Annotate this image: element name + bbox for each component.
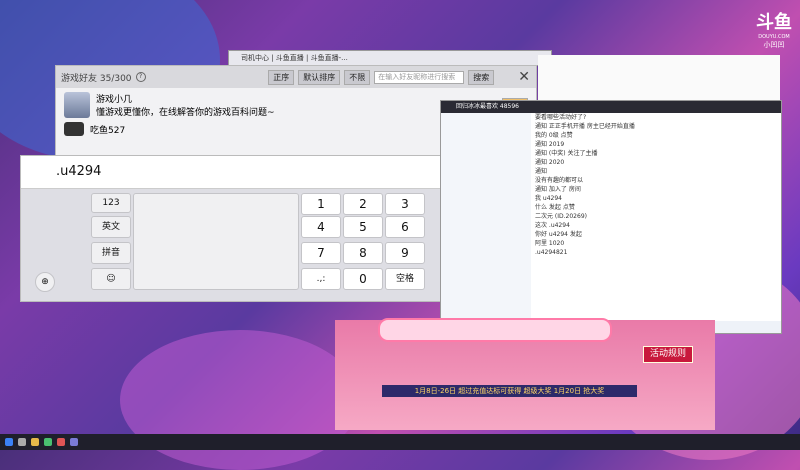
chat-message: 通知 2020 [535,159,565,166]
app-icon[interactable] [44,438,52,446]
key-4[interactable]: 4 [301,216,341,238]
rules-button[interactable]: 活动规则 [643,346,693,363]
browser-tab-title: 司机中心 | 斗鱼直播 | 斗鱼直播-... [241,54,348,62]
chat-message: 这次 .u4294 [535,222,570,229]
logo-main: 斗鱼 [756,12,792,33]
chat-message: 要看哪些活动好了? [535,114,587,121]
app-icon[interactable] [31,438,39,446]
key-0[interactable]: 0 [343,268,383,290]
chat-message: 我的 0级 点赞 [535,132,573,139]
key-9[interactable]: 9 [385,242,425,264]
chat-panel: 回归冰冰最喜欢 48596 要看哪些活动好了? 通知 正正手机开播 房主已经开始… [440,100,782,334]
filter-select[interactable]: 不限 [344,69,371,85]
friend-desc: 懂游戏更懂你，在线解答你的游戏百科问题~ [96,108,275,118]
globe-icon[interactable]: ⊕ [35,272,55,292]
chat-message: 我 u4294 [535,195,562,202]
friend-title: 游戏好友 35/300 [61,73,132,84]
close-icon[interactable]: ✕ [518,69,530,85]
help-icon[interactable]: ? [135,72,146,82]
windows-icon[interactable] [5,438,13,446]
chat-message: 通知 正正手机开播 房主已经开始直播 [535,123,635,130]
chat-message: 通知 (中奖) 关注了主播 [535,150,598,157]
friend-header: 游戏好友 35/300 ? 正序 默认排序 不限 在输入好友昵称进行搜索 搜索 … [56,66,536,88]
avatar [64,122,84,136]
key-pinyin[interactable]: 拼音 [91,242,131,264]
event-banner [378,318,612,342]
key-123[interactable]: 123 [91,193,131,213]
browser-page [538,55,780,105]
sort-select[interactable]: 默认排序 [298,69,341,85]
app-icon[interactable] [57,438,65,446]
key-7[interactable]: 7 [301,242,341,264]
logo-tag: 小凹凹 [763,41,785,49]
friend-name: 吃鱼527 [90,125,126,136]
taskbar [0,434,800,450]
chat-message: 通知 2019 [535,141,565,148]
key-english[interactable]: 英文 [91,216,131,238]
chat-message: 没有有趣的都可以 [535,177,584,184]
chat-messages: 要看哪些活动好了? 通知 正正手机开播 房主已经开始直播 我的 0级 点赞 通知… [531,113,776,321]
chat-message: 通知 加入了 房间 [535,186,581,193]
chat-message: 通知 [535,168,548,175]
key-3[interactable]: 3 [385,193,425,215]
friend-name: 游戏小几 [96,95,133,105]
emoji-key[interactable]: ☺ [91,268,131,290]
keyboard-input[interactable]: .u4294 [21,156,446,189]
chat-message: 你好 u4294 发起 [535,231,582,238]
chat-message: 什么 发起 点赞 [535,204,575,211]
key-punct[interactable]: .,: [301,268,341,290]
event-ticker: 1月8日-26日 超过充值达标可获得 超级大奖 1月20日 抢大奖 [382,385,637,397]
chat-message: 阿里 1020 [535,240,565,247]
sort-order-button[interactable]: 正序 [268,69,295,85]
keyboard-blank [133,193,299,290]
chat-header: 回归冰冰最喜欢 48596 [441,101,781,113]
browser-tab[interactable]: 司机中心 | 斗鱼直播 | 斗鱼直播-... [228,50,552,66]
key-8[interactable]: 8 [343,242,383,264]
key-2[interactable]: 2 [343,193,383,215]
chat-message: 二次元 (ID.20269) [535,213,587,220]
search-icon[interactable] [18,438,26,446]
search-button[interactable]: 搜索 [468,69,495,85]
chat-message: .u4294821 [535,249,568,256]
chat-group-list [441,113,531,321]
friend-search-input[interactable]: 在输入好友昵称进行搜索 [374,70,465,84]
key-space[interactable]: 空格 [385,268,425,290]
key-1[interactable]: 1 [301,193,341,215]
key-6[interactable]: 6 [385,216,425,238]
douyu-logo: 斗鱼 DOUYU.COM 小凹凹 [752,8,796,49]
key-5[interactable]: 5 [343,216,383,238]
app-icon[interactable] [70,438,78,446]
avatar [64,92,90,118]
onscreen-keyboard: .u4294 123 英文 拼音 ☺ ⊕ 1 2 3 4 5 6 7 8 9 .… [20,155,447,302]
